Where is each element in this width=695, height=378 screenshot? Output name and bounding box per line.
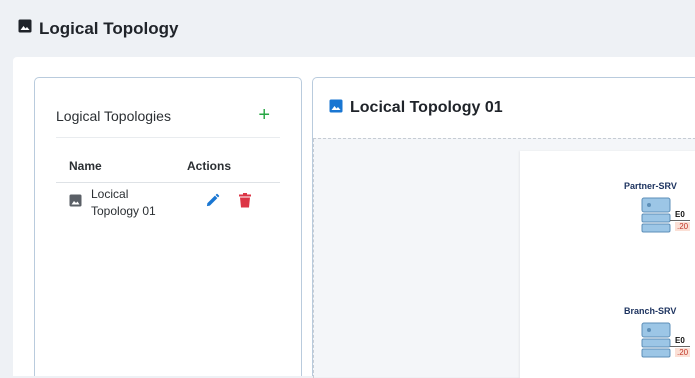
edit-icon[interactable] — [205, 193, 220, 208]
interface-label: E0 — [675, 336, 685, 345]
ip-label: .20 — [675, 222, 691, 231]
topology-list-title: Logical Topologies — [56, 108, 171, 124]
link-line — [670, 220, 690, 221]
topology-table: Name Actions Locical Topology 01 — [56, 150, 280, 223]
image-icon — [69, 194, 82, 212]
topology-viewer-panel: Locical Topology 01 Partner-SRV E0 .20 B… — [312, 77, 695, 378]
topology-diagram[interactable]: Partner-SRV E0 .20 Branch-SRV E0 .20 — [520, 151, 695, 378]
topology-list-panel: Logical Topologies + Name Actions Locica… — [34, 77, 302, 376]
add-topology-button[interactable]: + — [258, 105, 270, 125]
column-header-name: Name — [69, 159, 102, 173]
viewer-title: Locical Topology 01 — [350, 99, 503, 116]
delete-icon[interactable] — [239, 193, 251, 208]
node-label: Partner-SRV — [624, 181, 677, 191]
picture-icon — [329, 99, 343, 118]
column-header-actions: Actions — [187, 159, 232, 173]
link-line — [670, 346, 690, 347]
ip-label: .20 — [675, 348, 691, 357]
node-label: Branch-SRV — [624, 306, 677, 316]
page-title: Logical Topology — [39, 18, 179, 38]
viewer-header: Locical Topology 01 — [313, 78, 695, 138]
table-header: Name Actions — [56, 150, 280, 183]
page-header: Logical Topology — [0, 0, 695, 57]
server-icon — [641, 322, 671, 363]
server-icon — [641, 197, 671, 238]
topology-list-header: Logical Topologies + — [56, 105, 280, 138]
table-row[interactable]: Locical Topology 01 — [56, 183, 280, 223]
row-actions — [205, 193, 251, 208]
interface-label: E0 — [675, 210, 685, 219]
topology-name[interactable]: Locical Topology 01 — [91, 186, 161, 220]
canvas-divider — [313, 139, 314, 378]
image-icon — [18, 19, 32, 38]
topology-canvas[interactable]: Partner-SRV E0 .20 Branch-SRV E0 .20 — [313, 138, 695, 378]
